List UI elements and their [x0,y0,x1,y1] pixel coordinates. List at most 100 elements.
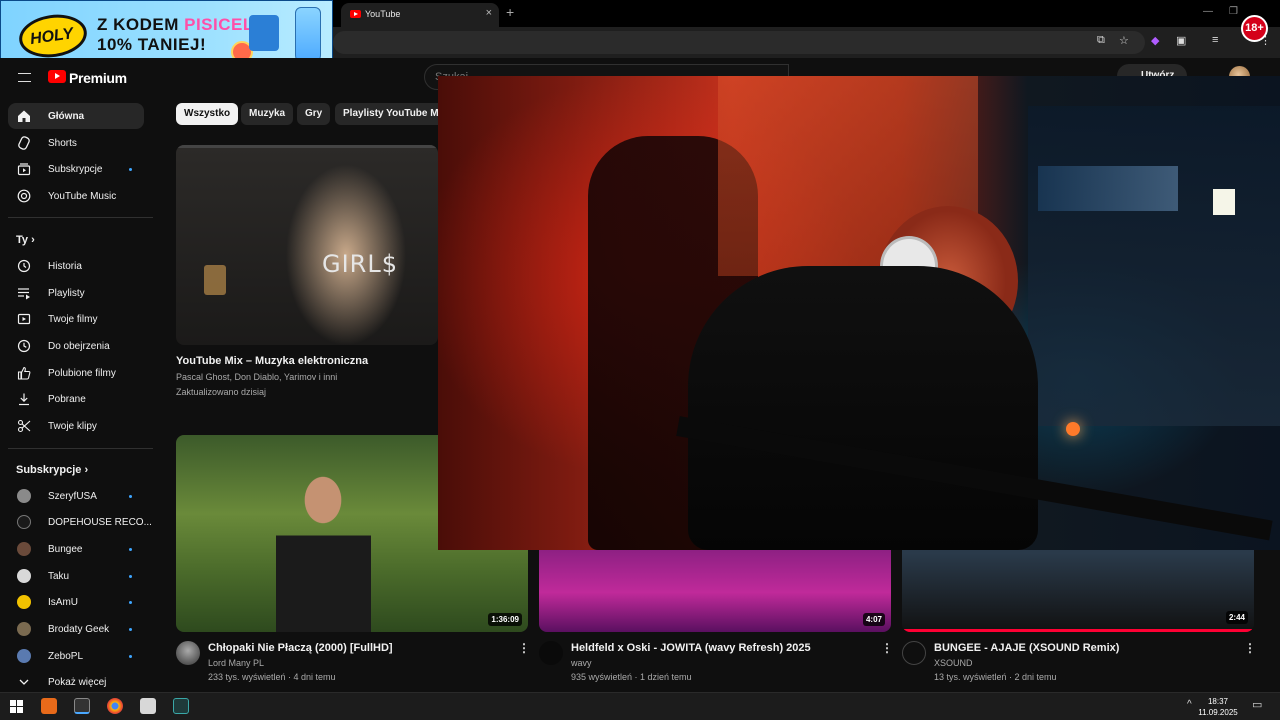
taskbar-app-icon[interactable] [140,698,156,714]
sidebar-item-shorts[interactable]: Shorts [8,130,144,156]
sidebar-sub-channel[interactable]: ZeboPL [8,643,144,669]
age-rating-badge: 18+ [1241,15,1268,42]
taskbar-app-icon[interactable] [41,698,57,714]
clock-time: 18:37 [1207,697,1229,706]
sidebar-sub-channel[interactable]: DOPEHOUSE RECO... [8,509,152,535]
channel-avatar[interactable] [539,641,563,665]
sidebar-item-watch-later[interactable]: Do obejrzenia [8,333,144,359]
floating-video-player[interactable] [438,76,1280,550]
video-title[interactable]: Heldfeld x Oski - JOWITA (wavy Refresh) … [571,642,811,654]
windows-start-icon[interactable] [10,700,23,713]
chip-games[interactable]: Gry [297,103,331,125]
scissors-icon [17,419,31,433]
video-channel[interactable]: XSOUND [934,658,973,668]
browser-tab[interactable]: YouTube × [341,3,499,27]
mix-thumbnail-text: GIRL$ [322,250,398,278]
video-duration: 2:44 [1225,611,1248,624]
youtube-premium-brand[interactable]: Premium [69,70,127,86]
home-icon [17,109,31,123]
video-title[interactable]: Chłopaki Nie Płaczą (2000) [FullHD] [208,642,393,654]
tray-expand-icon[interactable]: ^ [1187,699,1192,710]
video-duration: 1:36:09 [488,613,522,626]
sidebar-sub-channel[interactable]: IsAmU [8,589,144,615]
sidebar-item-liked-videos[interactable]: Polubione filmy [8,360,144,386]
ad-product-tub-image [249,15,279,51]
channel-avatar[interactable] [902,641,926,665]
sidebar-sub-channel[interactable]: SzeryfUSA [8,483,144,509]
mix-channels: Pascal Ghost, Don Diablo, Yarimov i inni [176,372,338,382]
light-panel-image [1213,189,1235,215]
new-content-dot [129,575,132,578]
youtube-logo-icon[interactable] [48,70,66,83]
chip-youtube-mix-playlists[interactable]: Playlisty YouTube Mix [335,103,455,125]
windows-taskbar [0,692,1280,720]
sidebar-item-youtube-music[interactable]: YouTube Music [8,183,144,209]
extensions-puzzle-icon[interactable]: ▣ [1176,34,1186,47]
download-icon [17,392,31,406]
ad-logo: HOLY [16,10,90,62]
sidebar-item-history[interactable]: Historia [8,253,144,279]
music-icon [17,189,31,203]
notifications-icon[interactable]: ▭ [1252,698,1262,711]
new-content-dot [129,168,132,171]
more-actions-icon[interactable]: ⋮ [518,641,530,655]
your-videos-icon [17,312,31,326]
taskbar-app-icon[interactable] [74,698,90,714]
video-meta: 233 tys. wyświetleń · 4 dni temu [208,672,336,682]
video-duration: 4:07 [862,613,885,626]
mix-thumbnail[interactable]: GIRL$ [176,145,438,345]
history-icon [17,259,31,273]
channel-avatar [17,595,31,609]
more-actions-icon[interactable]: ⋮ [1244,641,1256,655]
sidebar-item-downloads[interactable]: Pobrane [8,386,144,412]
bookmark-star-icon[interactable]: ☆ [1119,34,1129,47]
minimize-window-button[interactable]: — [1203,6,1213,17]
channel-avatar [17,649,31,663]
video-meta: 13 tys. wyświetleń · 2 dni temu [934,672,1057,682]
sidebar-item-your-clips[interactable]: Twoje klipy [8,413,144,439]
sidebar-sub-channel[interactable]: Brodaty Geek [8,616,144,642]
sidebar-divider [8,217,153,218]
video-channel[interactable]: wavy [571,658,592,668]
watch-progress-bar [902,629,1254,632]
more-actions-icon[interactable]: ⋮ [881,641,893,655]
sidebar-item-your-videos[interactable]: Twoje filmy [8,306,144,332]
tab-close-icon[interactable]: × [486,7,492,19]
thumbs-up-icon [17,366,31,380]
you-section-heading[interactable]: Ty › [16,234,35,246]
mix-title[interactable]: YouTube Mix – Muzyka elektroniczna [176,355,368,367]
install-app-icon[interactable]: ⧉ [1097,34,1105,47]
sidebar-item-subscriptions[interactable]: Subskrypcje [8,156,144,182]
sidebar-item-playlists[interactable]: Playlisty [8,280,144,306]
ad-shaker-image [295,7,321,65]
new-content-dot [129,601,132,604]
mix-stack-edge [176,145,438,148]
ad-line1-prefix: Z KODEM [97,15,185,34]
restore-window-button[interactable]: ❐ [1229,6,1238,17]
video-channel[interactable]: Lord Many PL [208,658,264,668]
chip-all[interactable]: Wszystko [176,103,239,125]
menu-hamburger-icon[interactable] [18,73,31,82]
new-content-dot [129,495,132,498]
terminal-taskbar-icon[interactable] [173,698,189,714]
chrome-taskbar-icon[interactable] [107,698,123,714]
chip-music[interactable]: Muzyka [241,103,294,125]
address-bar[interactable] [333,31,1145,54]
channel-avatar [17,622,31,636]
new-tab-button[interactable]: + [506,4,514,20]
subscriptions-section-heading[interactable]: Subskrypcje › [16,464,88,476]
taskbar-clock[interactable]: 18:37 11.09.2025 [1196,696,1240,718]
actor-image [276,470,371,632]
extension-icon[interactable]: ◆ [1151,34,1159,47]
orange-light-image [1066,422,1080,436]
channel-avatar[interactable] [176,641,200,665]
new-content-dot [129,548,132,551]
video-title[interactable]: BUNGEE - AJAJE (XSOUND Remix) [934,642,1119,654]
monitors-image [1038,166,1178,211]
new-content-dot [129,628,132,631]
sidebar-sub-channel[interactable]: Taku [8,563,144,589]
new-content-dot [129,655,132,658]
sidebar-item-home[interactable]: Główna [8,103,144,129]
media-control-icon[interactable]: ≡ [1212,34,1218,46]
sidebar-sub-channel[interactable]: Bungee [8,536,144,562]
